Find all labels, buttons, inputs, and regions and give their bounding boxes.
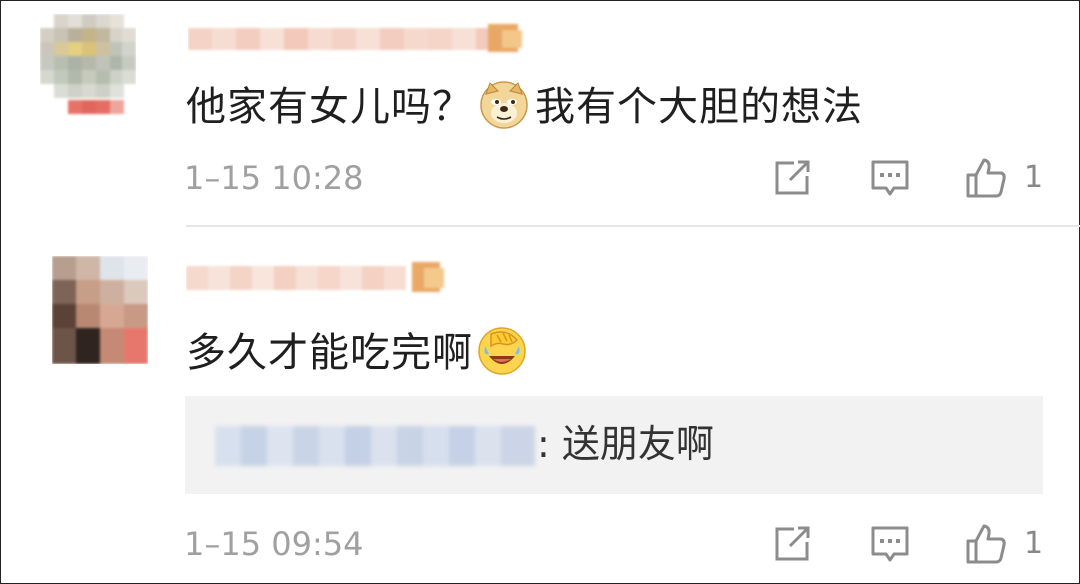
reply-text: : 送朋友啊 [537,422,714,466]
comment-icon[interactable] [868,156,912,200]
comment-actions: 1 [770,156,1050,200]
reply-box[interactable]: : 送朋友啊 [185,396,1043,494]
comment-text-part: 我有个大胆的想法 [535,84,863,130]
reply-username-redacted[interactable] [215,426,537,466]
avatar[interactable] [52,256,148,364]
comment-icon[interactable] [868,522,912,566]
thumbs-up-icon[interactable] [964,156,1008,200]
username-redacted[interactable] [186,258,466,294]
username-redacted[interactable] [188,20,528,56]
avatar[interactable] [40,14,136,122]
comment-divider [186,225,1080,227]
thumbs-up-icon[interactable] [964,522,1008,566]
like-count: 1 [1024,160,1044,195]
comment-text-part: 他家有女儿吗？ [186,84,473,130]
share-icon[interactable] [770,156,814,200]
like-count: 1 [1024,526,1044,561]
facepalm-laugh-emoji [478,327,526,375]
timestamp: 1–15 09:54 [184,525,364,563]
doge-emoji [480,81,528,129]
comment-text: 多久才能吃完啊 [186,326,533,377]
share-icon[interactable] [770,522,814,566]
timestamp: 1–15 10:28 [184,159,364,197]
comment-text: 他家有女儿吗？ 我有个大胆的想法 [186,80,863,131]
comment-actions: 1 [770,522,1050,566]
comment-text-part: 多久才能吃完啊 [186,330,473,376]
